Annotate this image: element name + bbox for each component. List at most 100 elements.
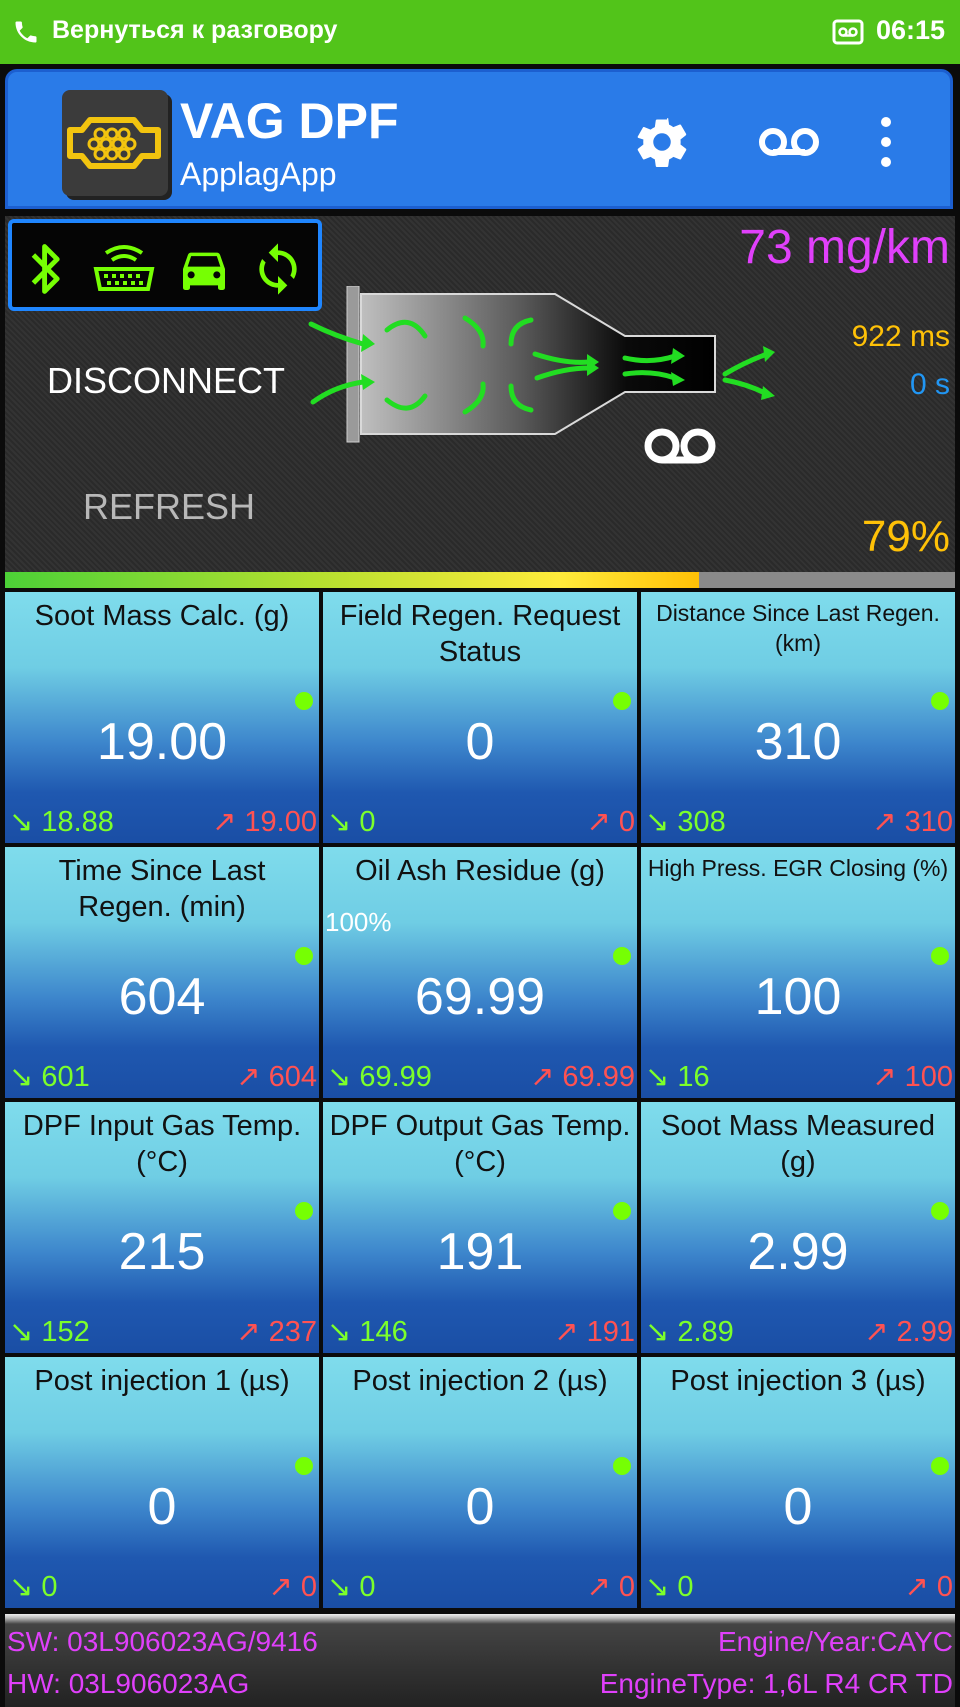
status-dot-icon bbox=[613, 1202, 631, 1220]
parameter-grid: Soot Mass Calc. (g) 19.00 ↘ 18.88 ↗ 19.00 Fi… bbox=[5, 592, 955, 1608]
parameter-tile[interactable]: Distance Since Last Regen. (km) 310 ↘ 308 ↗… bbox=[641, 592, 955, 843]
tile-title: Time Since Last Regen. (min) bbox=[58, 855, 266, 923]
tile-value: 0 bbox=[465, 1478, 495, 1536]
elapsed-time: 0 s bbox=[909, 368, 950, 401]
tile-min: ↘ 2.89 bbox=[645, 1316, 734, 1348]
tile-value: 604 bbox=[118, 968, 206, 1026]
response-time: 922 ms bbox=[851, 320, 950, 353]
tile-value: 191 bbox=[436, 1223, 524, 1281]
tile-min-value: 0 bbox=[41, 1571, 58, 1603]
tile-min-value: 2.89 bbox=[677, 1316, 734, 1348]
tile-title: Oil Ash Residue (g) bbox=[355, 855, 605, 887]
tile-value: 0 bbox=[783, 1478, 813, 1536]
tile-title: Soot Mass Measured (g) bbox=[660, 1110, 935, 1178]
tile-min-value: 0 bbox=[677, 1571, 694, 1603]
tile-title: Post injection 1 (µs) bbox=[34, 1365, 290, 1397]
parameter-tile[interactable]: Soot Mass Measured (g) 2.99 ↘ 2.89 ↗ 2.99 bbox=[641, 1102, 955, 1353]
tile-min-value: 69.99 bbox=[359, 1061, 432, 1093]
status-dot-icon bbox=[295, 692, 313, 710]
parameter-tile[interactable]: DPF Output Gas Temp. (°C) 191 ↘ 146 ↗ 191 bbox=[323, 1102, 637, 1353]
dpf-status-panel: DISCONNECT REFRESH 73 mg/km 922 ms 0 s 7… bbox=[5, 216, 955, 572]
tile-min-value: 0 bbox=[359, 806, 376, 838]
tile-min-value: 601 bbox=[41, 1061, 90, 1093]
parameter-tile[interactable]: Post injection 2 (µs) 0 ↘ 0 ↗ 0 bbox=[323, 1357, 637, 1608]
overflow-menu-icon[interactable] bbox=[874, 112, 898, 172]
tile-min: ↘ 0 bbox=[9, 1571, 58, 1603]
engine-type: EngineType: 1,6L R4 CR TD bbox=[599, 1668, 953, 1699]
parameter-tile[interactable]: Oil Ash Residue (g) 100% 69.99 ↘ 69.99 ↗ 69.… bbox=[323, 847, 637, 1098]
tile-max: ↗ 237 bbox=[236, 1316, 317, 1348]
tile-min-value: 152 bbox=[41, 1316, 90, 1348]
status-dot-icon bbox=[613, 947, 631, 965]
tile-max-value: 237 bbox=[268, 1316, 317, 1348]
tile-max-value: 310 bbox=[904, 806, 953, 838]
dpf-filter-illustration bbox=[308, 286, 775, 464]
status-dot-icon bbox=[931, 1202, 949, 1220]
tile-value: 0 bbox=[147, 1478, 177, 1536]
parameter-tile[interactable]: Field Regen. Request Status 0 ↘ 0 ↗ 0 bbox=[323, 592, 637, 843]
parameter-tile[interactable]: Soot Mass Calc. (g) 19.00 ↘ 18.88 ↗ 19.00 bbox=[5, 592, 319, 843]
tile-max: ↗ 310 bbox=[872, 806, 953, 838]
tile-max: ↗ 19.00 bbox=[212, 806, 317, 838]
voicemail-status-icon bbox=[832, 19, 864, 45]
tile-title: Distance Since Last Regen. (km) bbox=[656, 600, 940, 656]
tile-min-value: 16 bbox=[677, 1061, 710, 1093]
app-title: VAG DPF bbox=[180, 93, 399, 149]
car-icon bbox=[183, 252, 225, 290]
ecu-info-footer: SW: 03L906023AG/9416 HW: 03L906023AG Eng… bbox=[5, 1614, 955, 1707]
tile-min-value: 18.88 bbox=[41, 806, 114, 838]
tile-min: ↘ 16 bbox=[645, 1061, 710, 1093]
disconnect-button[interactable]: DISCONNECT bbox=[47, 360, 285, 402]
tile-max-value: 0 bbox=[618, 806, 635, 838]
record-tape-icon[interactable] bbox=[756, 112, 822, 172]
hardware-version: HW: 03L906023AG bbox=[7, 1668, 250, 1699]
tile-value: 69.99 bbox=[414, 968, 546, 1026]
tile-title: Soot Mass Calc. (g) bbox=[34, 600, 290, 632]
status-dot-icon bbox=[295, 1457, 313, 1475]
tile-value: 19.00 bbox=[96, 713, 228, 771]
tile-min: ↘ 152 bbox=[9, 1316, 90, 1348]
clock: 06:15 bbox=[876, 15, 946, 45]
tile-max: ↗ 0 bbox=[586, 1571, 636, 1603]
status-dot-icon bbox=[931, 692, 949, 710]
status-dot-icon bbox=[931, 947, 949, 965]
tile-title: DPF Output Gas Temp. (°C) bbox=[329, 1110, 631, 1178]
status-dot-icon bbox=[295, 1202, 313, 1220]
status-dot-icon bbox=[613, 1457, 631, 1475]
parameter-tile[interactable]: High Press. EGR Closing (%) 100 ↘ 16 ↗ 100 bbox=[641, 847, 955, 1098]
emission-value: 73 mg/km bbox=[739, 221, 950, 274]
tile-max: ↗ 0 bbox=[904, 1571, 954, 1603]
tile-value: 100 bbox=[754, 968, 842, 1026]
parameter-tile[interactable]: Time Since Last Regen. (min) 604 ↘ 601 ↗ 60… bbox=[5, 847, 319, 1098]
settings-gear-icon[interactable] bbox=[632, 112, 692, 172]
tile-max-value: 604 bbox=[268, 1061, 317, 1093]
phone-icon[interactable] bbox=[12, 18, 40, 46]
tile-min: ↘ 0 bbox=[645, 1571, 694, 1603]
tile-max: ↗ 2.99 bbox=[864, 1316, 953, 1348]
sync-icon bbox=[259, 243, 297, 295]
tile-title: High Press. EGR Closing (%) bbox=[647, 855, 949, 881]
parameter-tile[interactable]: Post injection 3 (µs) 0 ↘ 0 ↗ 0 bbox=[641, 1357, 955, 1608]
parameter-tile[interactable]: DPF Input Gas Temp. (°C) 215 ↘ 152 ↗ 237 bbox=[5, 1102, 319, 1353]
tile-min: ↘ 308 bbox=[645, 806, 726, 838]
tile-max: ↗ 0 bbox=[586, 806, 636, 838]
tile-min: ↘ 0 bbox=[327, 1571, 376, 1603]
tile-min-value: 308 bbox=[677, 806, 726, 838]
progress-fill bbox=[5, 572, 699, 588]
status-dot-icon bbox=[295, 947, 313, 965]
tile-max: ↗ 100 bbox=[872, 1061, 953, 1093]
return-to-call-text[interactable]: Вернуться к разговору bbox=[52, 16, 337, 45]
app-subtitle: ApplagApp bbox=[180, 156, 337, 192]
obd-connector-icon bbox=[93, 245, 155, 291]
dpf-fill-progress-bar bbox=[5, 572, 955, 588]
tile-min: ↘ 69.99 bbox=[327, 1061, 432, 1093]
tile-min: ↘ 601 bbox=[9, 1061, 90, 1093]
parameter-tile[interactable]: Post injection 1 (µs) 0 ↘ 0 ↗ 0 bbox=[5, 1357, 319, 1608]
refresh-button[interactable]: REFRESH bbox=[83, 486, 255, 528]
tile-max-value: 69.99 bbox=[562, 1061, 635, 1093]
status-dot-icon bbox=[931, 1457, 949, 1475]
tile-max: ↗ 69.99 bbox=[530, 1061, 635, 1093]
tile-value: 0 bbox=[465, 713, 495, 771]
tile-title: Post injection 2 (µs) bbox=[352, 1365, 608, 1397]
status-dot-icon bbox=[613, 692, 631, 710]
